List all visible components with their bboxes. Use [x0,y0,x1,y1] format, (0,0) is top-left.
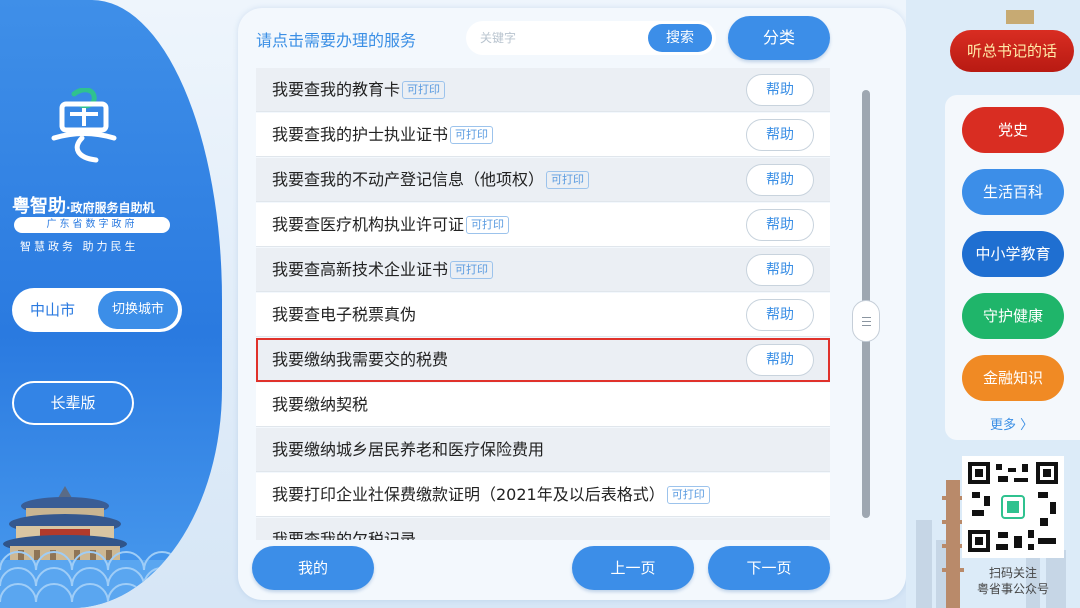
service-label: 我要查高新技术企业证书 可打印 [272,248,494,292]
help-button[interactable]: 帮助 [746,164,814,196]
switch-city-button[interactable]: 切换城市 [98,291,178,329]
service-title: 我要查我的护士执业证书 [272,125,449,144]
brand-name: 粤智助 [12,196,66,217]
qr-caption-line2: 粤省事公众号 [976,582,1049,596]
qr-code [962,456,1064,558]
speech-button[interactable]: 听总书记的话 [950,30,1074,72]
search-input[interactable]: 关键字 [480,21,516,55]
yue-logo-icon [51,88,117,163]
service-title: 我要缴纳契税 [272,395,369,414]
service-label: 我要查电子税票真伪 [272,293,416,337]
help-button[interactable]: 帮助 [746,209,814,241]
service-panel: 请点击需要办理的服务 关键字 搜索 分类 我要查我的教育卡 可打印 帮助 我要查我的护… [238,8,906,600]
qr-caption-line1: 扫码关注 [988,566,1037,580]
printable-tag: 可打印 [546,171,590,189]
service-row[interactable]: 我要缴纳契税 [256,383,830,427]
kiosk-screen: 粤智助·政府服务自助机 广东省数字政府 智慧政务 助力民生 中山市 切换城市 长… [0,0,1080,608]
wave-decoration-icon [0,551,222,608]
service-title: 我要打印企业社保费缴款证明（2021年及以后表格式） [272,485,665,504]
qr-caption: 扫码关注 粤省事公众号 [962,565,1064,597]
printable-tag: 可打印 [402,81,446,99]
service-title: 我要查电子税票真伪 [272,305,417,324]
search-button[interactable]: 搜索 [648,24,712,52]
brand-org: 广东省数字政府 [14,217,170,233]
service-row[interactable]: 我要查我的不动产登记信息（他项权） 可打印 帮助 [256,158,830,202]
scrollbar-thumb[interactable] [852,300,880,342]
category-button[interactable]: 分类 [728,16,830,60]
left-panel: 粤智助·政府服务自助机 广东省数字政府 智慧政务 助力民生 中山市 切换城市 长… [0,0,222,608]
service-row[interactable]: 我要缴纳城乡居民养老和医疗保险费用 [256,428,830,472]
help-button[interactable]: 帮助 [746,254,814,286]
service-title: 我要查医疗机构执业许可证 [272,215,465,234]
service-label: 我要查我的不动产登记信息（他项权） 可打印 [272,158,590,202]
service-title: 我要查我的不动产登记信息（他项权） [272,170,545,189]
service-row[interactable]: 我要查电子税票真伪 帮助 [256,293,830,337]
service-label: 我要查我的教育卡 可打印 [272,68,446,112]
search-box[interactable]: 关键字 搜索 [466,21,716,55]
mine-button[interactable]: 我的 [252,546,374,590]
service-label: 我要查我的护士执业证书 可打印 [272,113,494,157]
printable-tag: 可打印 [466,216,510,234]
service-row[interactable]: 我要查高新技术企业证书 可打印 帮助 [256,248,830,292]
brand-slogan: 智慧政务 助力民生 [20,240,139,253]
printable-tag: 可打印 [450,261,494,279]
side-item-education[interactable]: 中小学教育 [962,231,1064,277]
prev-page-button[interactable]: 上一页 [572,546,694,590]
service-row[interactable]: 我要打印企业社保费缴款证明（2021年及以后表格式） 可打印 [256,473,830,517]
service-label: 我要缴纳我需要交的税费 [272,338,448,382]
page-prompt: 请点击需要办理的服务 [256,31,417,50]
service-label: 我要打印企业社保费缴款证明（2021年及以后表格式） 可打印 [272,473,710,517]
service-row[interactable]: 我要查我的护士执业证书 可打印 帮助 [256,113,830,157]
brand-title: 粤智助·政府服务自助机 [12,192,212,218]
service-title: 我要查高新技术企业证书 [272,260,449,279]
service-label: 我要查医疗机构执业许可证 可打印 [272,203,510,247]
service-list: 我要查我的教育卡 可打印 帮助 我要查我的护士执业证书 可打印 帮助 我要查我的不动产登记信… [256,68,830,540]
help-button[interactable]: 帮助 [746,344,814,376]
service-label: 我要缴纳城乡居民养老和医疗保险费用 [272,428,544,472]
service-title: 我要缴纳城乡居民养老和医疗保险费用 [272,440,545,459]
service-label: 我要缴纳契税 [272,383,368,427]
help-button[interactable]: 帮助 [746,74,814,106]
help-button[interactable]: 帮助 [746,299,814,331]
printable-tag: 可打印 [666,486,710,504]
service-title: 我要查我的教育卡 [272,80,401,99]
elder-mode-button[interactable]: 长辈版 [12,381,134,425]
service-row[interactable]: 我要缴纳我需要交的税费 帮助 [256,338,830,382]
side-item-finance[interactable]: 金融知识 [962,355,1064,401]
next-page-button[interactable]: 下一页 [708,546,830,590]
service-title: 我要缴纳我需要交的税费 [272,350,449,369]
service-row[interactable]: 我要查我的教育卡 可打印 帮助 [256,68,830,112]
service-label: 我要查我的欠税记录 [272,518,416,540]
side-item-life[interactable]: 生活百科 [962,169,1064,215]
service-row[interactable]: 我要查医疗机构执业许可证 可打印 帮助 [256,203,830,247]
help-button[interactable]: 帮助 [746,119,814,151]
brand-subtitle: ·政府服务自助机 [66,201,155,215]
printable-tag: 可打印 [450,126,494,144]
service-title: 我要查我的欠税记录 [272,530,417,540]
qr-code-icon [968,462,1058,552]
side-item-health[interactable]: 守护健康 [962,293,1064,339]
current-city: 中山市 [30,301,76,319]
more-link[interactable]: 更多 〉 [990,414,1033,433]
city-selector[interactable]: 中山市 切换城市 [12,288,182,332]
side-item-party-history[interactable]: 党史 [962,107,1064,153]
service-row[interactable]: 我要查我的欠税记录 [256,518,830,540]
